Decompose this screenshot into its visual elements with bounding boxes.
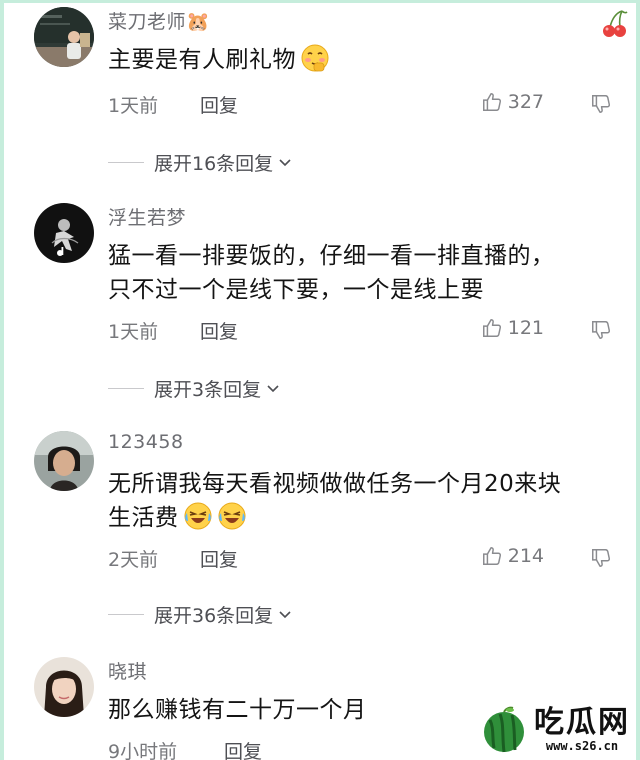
- reply-button[interactable]: 回复: [200, 91, 238, 118]
- thumbs-down-icon[interactable]: [590, 93, 612, 115]
- username[interactable]: 浮生若梦: [108, 203, 186, 230]
- username[interactable]: 123458: [108, 431, 184, 453]
- divider: [108, 162, 144, 163]
- expand-replies-button[interactable]: 展开36条回复: [108, 601, 293, 628]
- laugh-cry-emoji-icon: [218, 502, 245, 529]
- comment-feed: 菜刀老师🐹 主要是有人刷礼物 1天前 回复 327 展开16条回复 浮生若梦 猛…: [0, 0, 640, 760]
- comment-item: 浮生若梦 猛一看一排要饭的，仔细一看一排直播的， 只不过一个是线下要，一个是线上…: [4, 201, 636, 343]
- comment-text: 无所谓我每天看视频做做任务一个月20来块 生活费: [108, 467, 608, 535]
- chevron-down-icon: [279, 158, 291, 166]
- username[interactable]: 菜刀老师🐹: [108, 7, 210, 34]
- chevron-down-icon: [267, 384, 279, 392]
- expand-replies-label: 展开3条回复: [154, 379, 262, 401]
- like-button[interactable]: 121: [481, 317, 544, 339]
- timestamp: 9小时前: [108, 741, 178, 760]
- avatar[interactable]: [34, 7, 94, 67]
- thumbs-down-icon[interactable]: [590, 547, 612, 569]
- comment-line: 猛一看一排要饭的，仔细一看一排直播的，: [108, 243, 555, 269]
- like-button[interactable]: 214: [481, 545, 544, 567]
- watermark-url: www.s26.cn: [545, 739, 619, 753]
- comment-text: 猛一看一排要饭的，仔细一看一排直播的， 只不过一个是线下要，一个是线上要: [108, 239, 608, 307]
- expand-replies-button[interactable]: 展开3条回复: [108, 375, 281, 402]
- comment-line: 生活费: [108, 505, 179, 531]
- comment-meta: 1天前 回复: [108, 91, 238, 118]
- comment-item: 菜刀老师🐹 主要是有人刷礼物 1天前 回复 327: [4, 5, 636, 135]
- comment-item: 123458 无所谓我每天看视频做做任务一个月20来块 生活费 2天前 回复 2…: [4, 429, 636, 571]
- avatar[interactable]: [34, 431, 94, 491]
- comment-line: 主要是有人刷礼物: [108, 47, 296, 73]
- divider: [108, 388, 144, 389]
- thumbs-up-icon: [482, 319, 501, 337]
- reply-button[interactable]: 回复: [224, 737, 262, 760]
- timestamp: 2天前: [108, 549, 159, 571]
- avatar[interactable]: [34, 203, 94, 263]
- laugh-cry-emoji-icon: [184, 502, 211, 529]
- reply-button[interactable]: 回复: [200, 317, 238, 344]
- chevron-down-icon: [279, 610, 291, 618]
- expand-replies-label: 展开36条回复: [154, 605, 274, 627]
- watermark-title: 吃瓜网: [534, 705, 630, 740]
- timestamp: 1天前: [108, 95, 159, 117]
- shy-smile-emoji-icon: [301, 44, 329, 71]
- comment-meta: 9小时前 回复: [108, 737, 262, 760]
- comment-meta: 1天前 回复: [108, 317, 238, 344]
- thumbs-up-icon: [482, 93, 501, 111]
- expand-replies-button[interactable]: 展开16条回复: [108, 149, 293, 176]
- like-count: 214: [507, 545, 544, 567]
- reply-button[interactable]: 回复: [200, 545, 238, 572]
- comment-meta: 2天前 回复: [108, 545, 238, 572]
- expand-replies-label: 展开16条回复: [154, 153, 274, 175]
- site-watermark: 吃瓜网 www.s26.cn: [480, 706, 630, 754]
- comment-line: 无所谓我每天看视频做做任务一个月20来块: [108, 471, 562, 497]
- comment-line: 只不过一个是线下要，一个是线上要: [108, 277, 484, 303]
- like-button[interactable]: 327: [481, 91, 544, 113]
- thumbs-up-icon: [482, 547, 501, 565]
- comment-text: 主要是有人刷礼物: [108, 43, 608, 77]
- like-count: 121: [507, 317, 544, 339]
- username[interactable]: 晓琪: [108, 657, 147, 684]
- watermelon-logo-icon: [484, 706, 524, 753]
- like-count: 327: [507, 91, 544, 113]
- divider: [108, 614, 144, 615]
- timestamp: 1天前: [108, 321, 159, 343]
- avatar[interactable]: [34, 657, 94, 717]
- thumbs-down-icon[interactable]: [590, 319, 612, 341]
